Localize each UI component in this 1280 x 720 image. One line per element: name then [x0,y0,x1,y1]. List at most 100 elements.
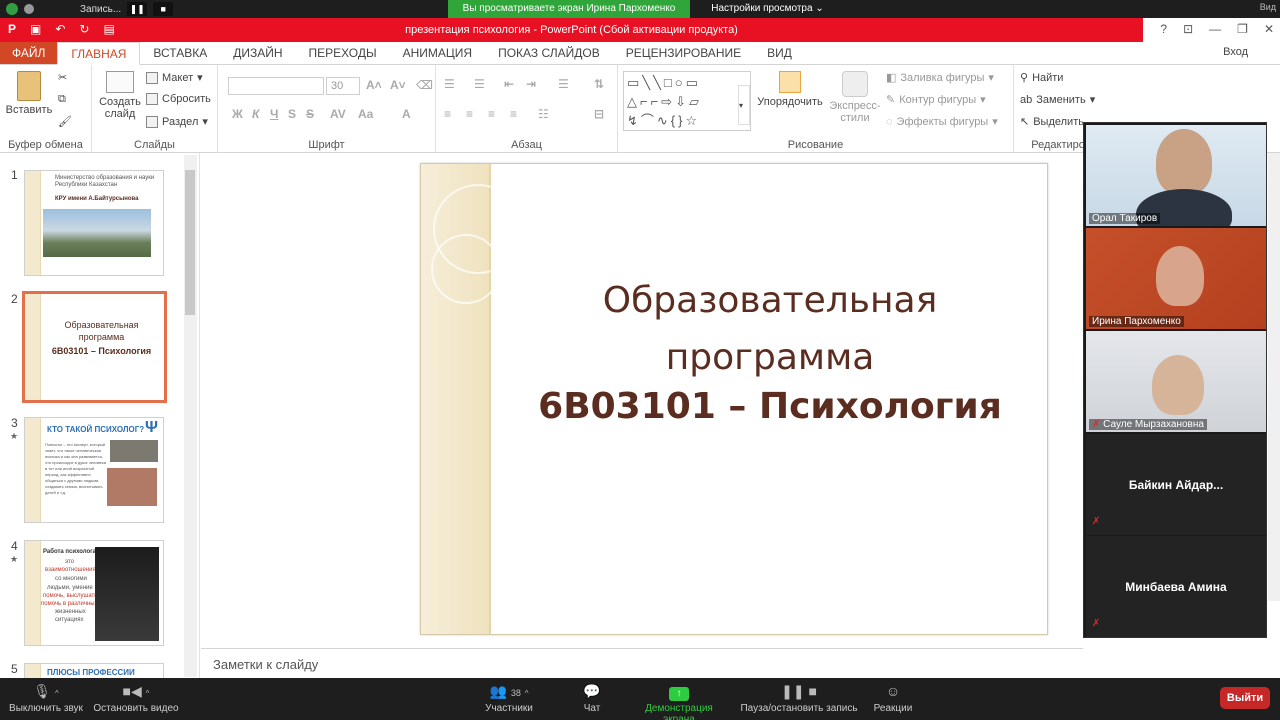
shapes-gallery[interactable]: ▭╲╲□○▭ △⌐⌐⇨⇩▱ ↯⌒∿{}☆ [623,71,751,131]
participant-video-tile[interactable]: Байкин Айдар... ✗ [1086,434,1266,535]
italic-button[interactable]: К [252,107,259,121]
select-label: Выделить [1033,115,1084,128]
ribbon-display-icon[interactable]: ⊡ [1183,22,1193,36]
participant-video-tile[interactable]: Ирина Пархоменко [1086,228,1266,329]
slide-title[interactable]: Образовательная программа [491,272,1047,386]
section-icon [146,115,158,128]
arrange-button[interactable]: Упорядочить [754,71,826,108]
shape-fill-button[interactable]: ◧ Заливка фигуры ▾ [886,71,994,85]
format-painter-button[interactable]: 🖌 [58,115,72,128]
redo-icon[interactable]: ↻ [79,22,89,36]
clear-format-icon[interactable]: ⌫ [416,78,433,92]
maximize-icon[interactable]: ❐ [1237,22,1248,36]
slide-thumbnail-5[interactable]: ПЛЮСЫ ПРОФЕССИИ [24,663,164,678]
tab-review[interactable]: РЕЦЕНЗИРОВАНИЕ [613,42,754,64]
tab-design[interactable]: ДИЗАЙН [220,42,295,64]
spacing-button[interactable]: AV [330,107,346,121]
columns-icon[interactable]: ☷ [538,107,549,121]
notes-pane[interactable]: Заметки к слайду [201,648,1083,678]
participant-video-tile[interactable]: Орал Такиров [1086,125,1266,226]
underline-button[interactable]: Ч [270,107,278,121]
new-slide-button[interactable]: Создать слайд [96,71,144,120]
align-right-icon[interactable]: ≡ [488,107,495,121]
participant-video-tile[interactable]: Минбаева Амина ✗ [1086,536,1266,637]
strikethrough-button[interactable]: S [306,107,314,121]
view-button[interactable]: Вид [1260,2,1276,12]
shadow-button[interactable]: S [288,107,296,121]
shrink-font-icon[interactable]: A˅ [390,78,406,92]
replace-button[interactable]: ab Заменить ▾ [1020,93,1095,107]
sign-in-link[interactable]: Вход [1223,46,1248,58]
cut-button[interactable]: ✂ [58,71,67,84]
font-size-combo[interactable]: 30 [326,77,360,95]
share-screen-button[interactable]: ↑ Демонстрация экрана [628,682,730,720]
paste-button[interactable]: Вставить [4,71,54,116]
tab-animations[interactable]: АНИМАЦИЯ [390,42,485,64]
mute-button[interactable]: 🎙 ^ Выключить звук [8,682,84,714]
slide-thumbnail-2[interactable]: Образовательная программа 6В03101 – Псих… [22,291,167,403]
slide-thumbnail-1[interactable]: Министерство образования и науки Республ… [24,170,164,276]
participant-video-tile[interactable]: ✗ Сауле Мырзахановна [1086,331,1266,432]
participants-button[interactable]: 👥 38 ^ Участники [484,682,534,714]
microphone-icon: 🎙 ^ [33,683,59,699]
justify-icon[interactable]: ≡ [510,107,517,121]
tab-slideshow[interactable]: ПОКАЗ СЛАЙДОВ [485,42,613,64]
stop-recording-button[interactable]: ■ [153,2,174,16]
find-button[interactable]: ⚲ Найти [1020,71,1063,85]
pause-recording-button[interactable]: ❚❚ [127,2,148,16]
current-slide[interactable]: Образовательная программа 6В03101 – Псих… [420,163,1048,635]
close-icon[interactable]: ✕ [1264,22,1274,36]
bold-button[interactable]: Ж [232,107,243,121]
font-name-combo[interactable] [228,77,324,95]
align-text-icon[interactable]: ⊟ [594,107,604,121]
numbering-icon[interactable]: ☰ [474,77,485,91]
text-direction-icon[interactable]: ⇅ [594,77,604,91]
tab-insert[interactable]: ВСТАВКА [140,42,220,64]
undo-icon[interactable]: ↶ [55,22,65,36]
bullets-icon[interactable]: ☰ [444,77,455,91]
slide-thumbnail-3[interactable]: КТО ТАКОЙ ПСИХОЛОГ? Ψ Психолог – это экс… [24,417,164,523]
copy-button[interactable]: ⧉ [58,93,66,106]
reset-button[interactable]: Сбросить [146,93,211,105]
start-slideshow-icon[interactable]: ▤ [103,22,114,36]
brush-icon: 🖌 [58,116,72,128]
section-button[interactable]: Раздел ▾ [146,115,208,128]
font-color-button[interactable]: A [402,107,411,121]
increase-indent-icon[interactable]: ⇥ [526,77,536,91]
align-left-icon[interactable]: ≡ [444,107,451,121]
shapes-more-icon[interactable]: ▾ [738,85,750,125]
pause-stop-recording-button[interactable]: ❚❚ ■ Пауза/остановить запись [740,682,858,714]
view-options-button[interactable]: Настройки просмотра ⌄ [705,0,830,18]
align-center-icon[interactable]: ≡ [466,107,473,121]
stop-video-button[interactable]: ■◀ ^ Остановить видео [92,682,180,714]
slide-number: 4 [11,539,18,553]
help-icon[interactable]: ? [1160,22,1167,36]
decrease-indent-icon[interactable]: ⇤ [504,77,514,91]
shape-outline-button[interactable]: ✎ Контур фигуры ▾ [886,93,986,107]
tab-view[interactable]: ВИД [754,42,805,64]
editor-scrollbar[interactable] [1268,153,1280,601]
select-button[interactable]: ↖ Выделить [1020,115,1084,129]
scrollbar-thumb[interactable] [185,170,195,315]
tab-home[interactable]: ГЛАВНАЯ [57,42,141,65]
grow-font-icon[interactable]: A˄ [366,78,382,92]
new-slide-icon [106,71,134,93]
slide-thumbnail-4[interactable]: Работа психолога – это взаимоотношения с… [24,540,164,646]
thumbnails-scrollbar[interactable] [184,155,197,677]
minimize-icon[interactable]: — [1209,22,1221,36]
change-case-button[interactable]: Aa [358,107,373,121]
chat-button[interactable]: 💬 Чат [578,682,606,714]
layout-button[interactable]: Макет ▾ [146,71,203,84]
quick-styles-button[interactable]: Экспресс- стили [826,71,884,124]
tab-transitions[interactable]: ПЕРЕХОДЫ [296,42,390,64]
slide-program-code[interactable]: 6В03101 – Психология [491,386,1047,427]
leave-button[interactable]: Выйти [1220,687,1270,709]
tab-file[interactable]: ФАЙЛ [0,42,58,64]
thumb-2-line1: Образовательная [64,320,139,330]
reactions-button[interactable]: ☺ Реакции [872,682,914,714]
save-icon[interactable]: ▣ [30,22,41,36]
line-spacing-icon[interactable]: ☰ [558,77,569,91]
shape-effects-button[interactable]: ◌ Эффекты фигуры ▾ [886,115,998,129]
outline-icon: ✎ [886,94,896,106]
muted-mic-icon: ✗ [1092,618,1101,629]
